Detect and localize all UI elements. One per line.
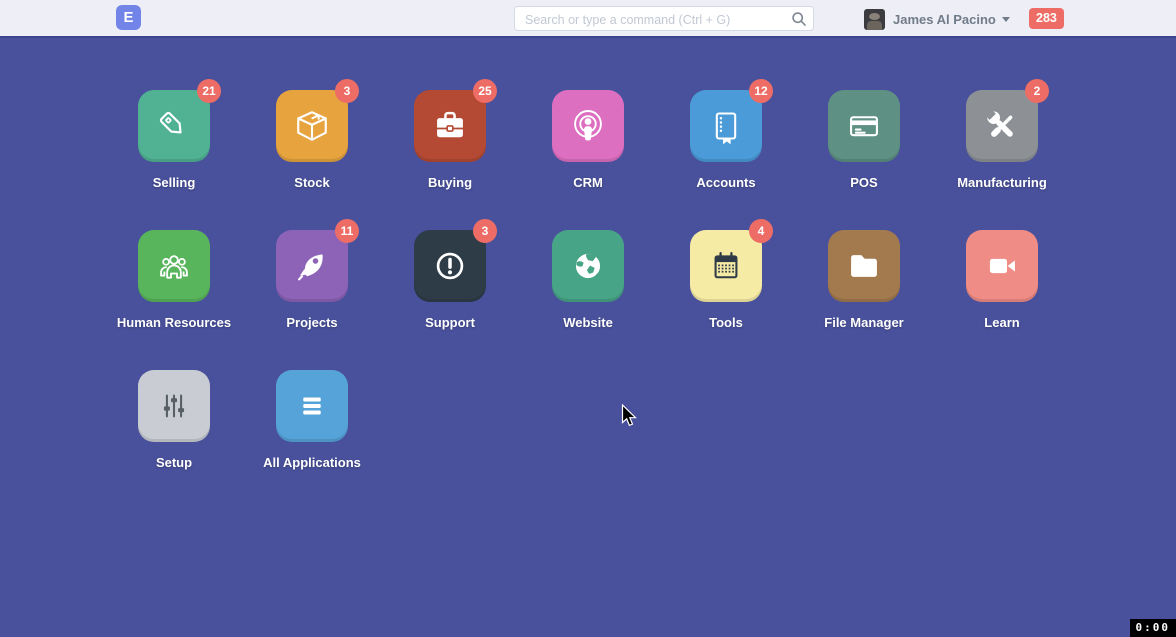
ledger-icon [706,106,746,146]
notification-count-badge[interactable]: 283 [1029,8,1064,29]
app-cell: 21 Selling [105,90,243,230]
app-cell: 3 Support [381,230,519,370]
app-accounts[interactable]: 12 [690,90,762,162]
app-selling[interactable]: 21 [138,90,210,162]
app-website[interactable] [552,230,624,302]
search-input[interactable] [523,7,787,32]
app-setup[interactable] [138,370,210,442]
app-crm[interactable] [552,90,624,162]
app-label: Selling [153,175,196,190]
app-all-applications[interactable] [276,370,348,442]
app-cell: 12 Accounts [657,90,795,230]
app-label: CRM [573,175,603,190]
app-label: Accounts [696,175,755,190]
app-label: Tools [709,315,743,330]
app-stock[interactable]: 3 [276,90,348,162]
app-manufacturing[interactable]: 2 [966,90,1038,162]
app-label: POS [850,175,877,190]
count-badge: 11 [335,219,359,243]
app-cell: Setup [105,370,243,510]
people-icon [154,246,194,286]
app-human-resources[interactable] [138,230,210,302]
rocket-icon [292,246,332,286]
globe-icon [568,246,608,286]
user-name: James Al Pacino [893,12,996,27]
count-badge: 2 [1025,79,1049,103]
app-label: Learn [984,315,1019,330]
app-cell: CRM [519,90,657,230]
app-logo[interactable]: E [116,5,141,30]
user-menu[interactable]: James Al Pacino [864,0,1010,38]
search-icon[interactable] [791,11,807,27]
count-badge: 12 [749,79,773,103]
app-cell: Website [519,230,657,370]
desktop: E James Al Pacino 283 21 Selling [0,0,1176,637]
app-projects[interactable]: 11 [276,230,348,302]
app-cell: 2 Manufacturing [933,90,1071,230]
app-cell: POS [795,90,933,230]
box-icon [292,106,332,146]
tag-icon [154,106,194,146]
count-badge: 4 [749,219,773,243]
count-badge: 3 [335,79,359,103]
app-pos[interactable] [828,90,900,162]
app-cell: 25 Buying [381,90,519,230]
app-cell: Learn [933,230,1071,370]
credit-card-icon [844,106,884,146]
app-label: All Applications [263,455,361,470]
app-support[interactable]: 3 [414,230,486,302]
app-label: Support [425,315,475,330]
app-learn[interactable] [966,230,1038,302]
count-badge: 25 [473,79,497,103]
podcast-icon [568,106,608,146]
app-cell: 4 Tools [657,230,795,370]
wrench-screwdriver-icon [982,106,1022,146]
app-label: Stock [294,175,329,190]
app-cell: 11 Projects [243,230,381,370]
video-camera-icon [982,246,1022,286]
app-label: Buying [428,175,472,190]
folder-icon [844,246,884,286]
app-label: Setup [156,455,192,470]
app-file-manager[interactable] [828,230,900,302]
chevron-down-icon [1002,17,1010,22]
recording-timer: 0:00 [1130,619,1176,637]
count-badge: 3 [473,219,497,243]
app-cell: All Applications [243,370,381,510]
global-search [514,6,814,31]
app-grid: 21 Selling 3 Stock 25 Buying CRM [105,90,1071,510]
app-label: Website [563,315,613,330]
app-label: Human Resources [117,315,231,330]
alert-circle-icon [430,246,470,286]
menu-icon [292,386,332,426]
app-label: File Manager [824,315,903,330]
app-cell: Human Resources [105,230,243,370]
top-navbar: E James Al Pacino 283 [0,0,1176,38]
app-cell: 3 Stock [243,90,381,230]
user-avatar [864,9,885,30]
count-badge: 21 [197,79,221,103]
app-label: Projects [286,315,337,330]
calendar-icon [706,246,746,286]
briefcase-icon [430,106,470,146]
app-buying[interactable]: 25 [414,90,486,162]
sliders-icon [154,386,194,426]
app-cell: File Manager [795,230,933,370]
app-tools[interactable]: 4 [690,230,762,302]
app-label: Manufacturing [957,175,1047,190]
